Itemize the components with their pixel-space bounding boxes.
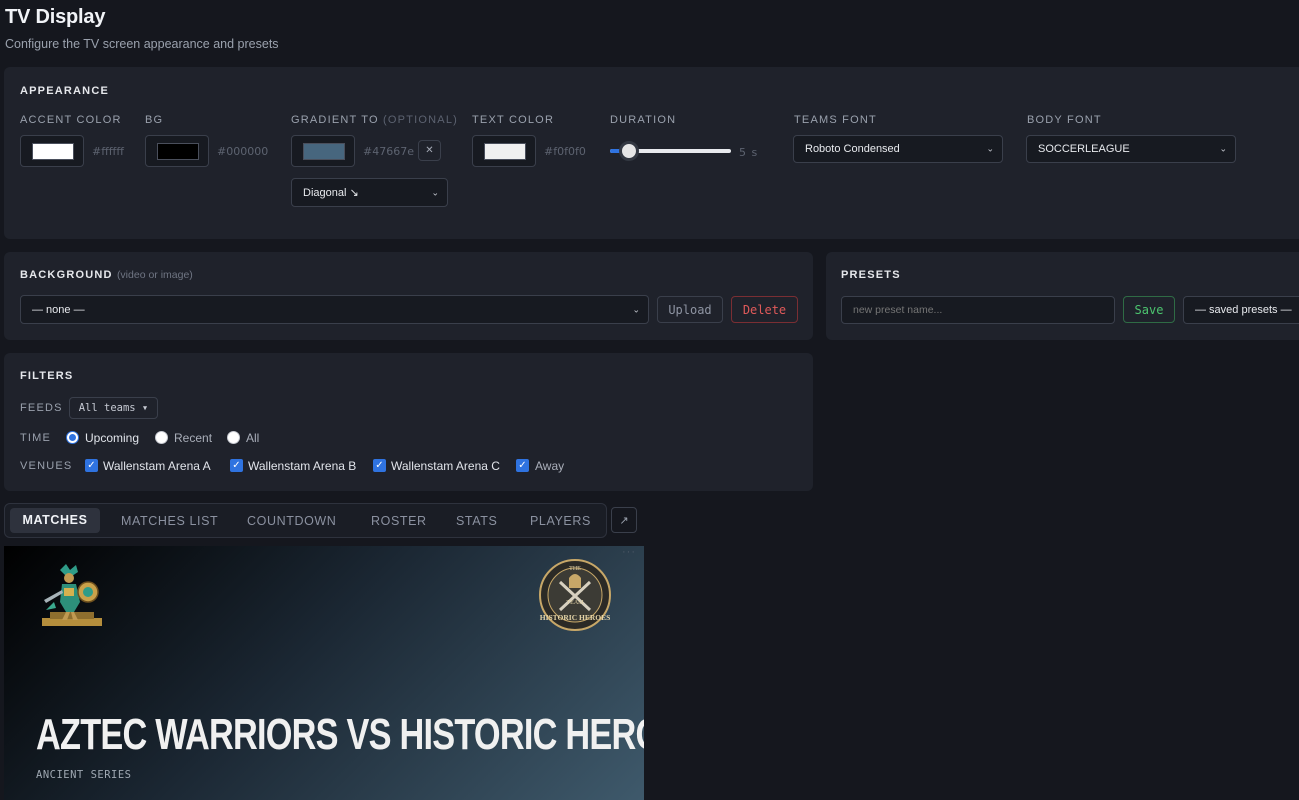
chevron-down-icon: ⌄ [986, 143, 994, 154]
saved-presets-select[interactable]: — saved presets — [1183, 296, 1299, 324]
body-font-select[interactable]: SOCCERLEAGUE ⌄ [1026, 135, 1236, 163]
venue-b-label[interactable]: Wallenstam Arena B [248, 459, 356, 473]
bg-color-label: BG [145, 114, 164, 126]
accent-color-picker[interactable] [20, 135, 84, 167]
text-color-hex: #f0f0f0 [544, 145, 586, 158]
aztec-warrior-logo-icon [42, 564, 102, 626]
filters-title: FILTERS [20, 370, 74, 382]
time-upcoming-radio[interactable] [66, 431, 79, 444]
chevron-down-icon: ⌄ [632, 304, 640, 314]
duration-label: DURATION [610, 114, 677, 126]
delete-button[interactable]: Delete [731, 296, 798, 323]
venue-c-checkbox[interactable]: ✓ [373, 459, 386, 472]
background-title-text: BACKGROUND [20, 269, 113, 281]
preset-name-input[interactable] [841, 296, 1115, 324]
duration-value: 5 s [739, 146, 759, 159]
tab-stats[interactable]: STATS [456, 514, 497, 528]
feeds-select[interactable]: All teams ▾ [69, 397, 158, 419]
tab-matches[interactable]: MATCHES [10, 508, 100, 533]
gradient-color-swatch [303, 143, 345, 160]
venue-a-checkbox[interactable]: ✓ [85, 459, 98, 472]
page-title: TV Display [5, 6, 106, 28]
duration-slider-thumb[interactable] [619, 141, 639, 161]
tab-roster[interactable]: ROSTER [371, 514, 427, 528]
time-label: TIME [20, 432, 52, 444]
text-color-label: TEXT COLOR [472, 114, 555, 126]
gradient-clear-button[interactable]: ✕ [418, 140, 441, 161]
save-preset-button[interactable]: Save [1123, 296, 1175, 323]
background-hint: (video or image) [116, 269, 193, 281]
gradient-color-hex: #47667e [363, 145, 414, 158]
bg-color-hex: #000000 [217, 145, 269, 158]
appearance-title: APPEARANCE [20, 85, 110, 97]
gradient-direction-select[interactable]: Diagonal ↘ ⌄ [291, 178, 448, 207]
gradient-optional: (OPTIONAL) [383, 114, 458, 126]
background-title: BACKGROUND (video or image) [20, 269, 193, 281]
background-select[interactable]: — none — ⌄ [20, 295, 649, 324]
page-subtitle: Configure the TV screen appearance and p… [5, 37, 279, 51]
popout-button[interactable]: ↗ [611, 507, 637, 533]
tab-countdown[interactable]: COUNTDOWN [247, 514, 336, 528]
time-recent-radio[interactable] [155, 431, 168, 444]
away-logo-text-top: THE [569, 566, 581, 572]
teams-font-select[interactable]: Roboto Condensed ⌄ [793, 135, 1003, 163]
tv-preview: ··· THE TEAM HISTORIC HEROES AZTEC WARRI… [4, 546, 644, 800]
bg-color-swatch [157, 143, 199, 160]
accent-color-hex: #ffffff [92, 145, 124, 158]
time-recent-label[interactable]: Recent [174, 431, 212, 445]
external-link-icon: ↗ [619, 514, 629, 527]
gradient-color-picker[interactable] [291, 135, 355, 167]
venue-a-label[interactable]: Wallenstam Arena A [103, 459, 211, 473]
away-logo-text-mid: TEAM [567, 600, 585, 606]
away-logo-text-bottom: HISTORIC HEROES [540, 613, 611, 622]
tab-matches-list[interactable]: MATCHES LIST [121, 514, 218, 528]
duration-slider[interactable] [610, 140, 731, 162]
time-all-label[interactable]: All [246, 431, 259, 445]
tab-players[interactable]: PLAYERS [530, 514, 591, 528]
accent-color-label: ACCENT COLOR [20, 114, 122, 126]
upload-button[interactable]: Upload [657, 296, 723, 323]
close-icon: ✕ [425, 145, 434, 156]
venue-b-checkbox[interactable]: ✓ [230, 459, 243, 472]
preview-more-icon[interactable]: ··· [622, 546, 636, 558]
feeds-label: FEEDS [20, 402, 63, 414]
series-label: ANCIENT SERIES [36, 769, 132, 781]
body-font-label: BODY FONT [1027, 114, 1102, 126]
teams-font-label: TEAMS FONT [794, 114, 877, 126]
background-selected: — none — [32, 303, 85, 316]
body-font-value: SOCCERLEAGUE [1038, 143, 1130, 155]
gradient-label-text: GRADIENT TO [291, 114, 379, 126]
match-title: AZTEC WARRIORS VS HISTORIC HEROES [36, 710, 644, 759]
venue-away-checkbox[interactable]: ✓ [516, 459, 529, 472]
gradient-direction-value: Diagonal ↘ [303, 187, 359, 199]
gradient-label: GRADIENT TO (OPTIONAL) [291, 114, 458, 126]
venue-c-label[interactable]: Wallenstam Arena C [391, 459, 500, 473]
venue-away-label[interactable]: Away [535, 459, 564, 473]
text-color-swatch [484, 143, 526, 160]
text-color-picker[interactable] [472, 135, 536, 167]
saved-presets-value: — saved presets — [1195, 304, 1292, 316]
teams-font-value: Roboto Condensed [805, 143, 900, 155]
chevron-down-icon: ⌄ [1219, 143, 1227, 154]
bg-color-picker[interactable] [145, 135, 209, 167]
chevron-down-icon: ⌄ [431, 187, 439, 197]
time-all-radio[interactable] [227, 431, 240, 444]
accent-color-swatch [32, 143, 74, 160]
presets-title: PRESETS [841, 269, 901, 281]
venues-label: VENUES [20, 460, 73, 472]
time-upcoming-label[interactable]: Upcoming [85, 431, 139, 445]
historic-heroes-logo-icon: THE TEAM HISTORIC HEROES [539, 559, 611, 631]
